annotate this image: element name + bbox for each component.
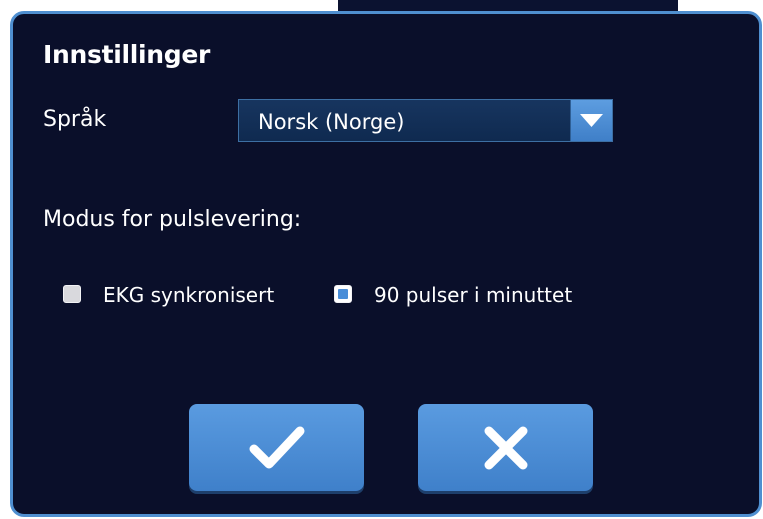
90-pulses-checkbox[interactable] — [334, 285, 352, 303]
language-label: Språk — [43, 107, 107, 132]
settings-dialog: Innstillinger Språk Norsk (Norge) Modus … — [10, 11, 762, 517]
dialog-title: Innstillinger — [43, 40, 211, 69]
language-dropdown[interactable]: Norsk (Norge) — [238, 99, 613, 142]
cancel-button[interactable] — [418, 404, 593, 491]
chevron-down-icon — [580, 114, 603, 127]
delivery-mode-label: Modus for pulslevering: — [43, 207, 302, 232]
confirm-button[interactable] — [189, 404, 364, 491]
90-pulses-label: 90 pulser i minuttet — [374, 283, 573, 307]
dropdown-arrow-button[interactable] — [570, 100, 612, 141]
ekg-synchronized-label: EKG synkronisert — [103, 283, 275, 307]
screen: Innstillinger Språk Norsk (Norge) Modus … — [0, 0, 763, 519]
checkmark-icon — [249, 426, 304, 468]
close-x-icon — [484, 426, 527, 469]
language-selected-value: Norsk (Norge) — [258, 110, 405, 134]
ekg-synchronized-checkbox[interactable] — [63, 285, 81, 303]
